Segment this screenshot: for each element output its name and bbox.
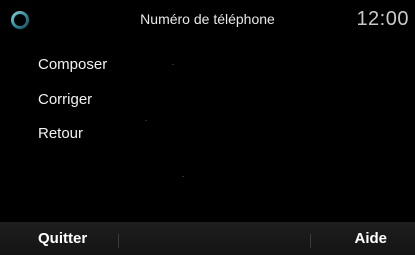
screen-speck	[145, 120, 147, 121]
footer-bar: Quitter Aide	[0, 222, 415, 255]
quit-button[interactable]: Quitter	[38, 222, 87, 255]
clock: 12:00	[356, 8, 409, 30]
help-button[interactable]: Aide	[354, 222, 387, 255]
header-bar: Numéro de téléphone 12:00	[0, 0, 415, 40]
screen-speck	[182, 176, 184, 177]
page-title: Numéro de téléphone	[140, 11, 275, 27]
footer-divider	[118, 234, 119, 248]
screen-speck	[172, 64, 174, 65]
menu-item-composer[interactable]: Composer	[38, 56, 107, 73]
phone-number-screen: Numéro de téléphone 12:00 Composer Corri…	[0, 0, 415, 255]
footer-divider	[310, 234, 311, 248]
menu-item-corriger[interactable]: Corriger	[38, 91, 92, 108]
menu-item-retour[interactable]: Retour	[38, 125, 83, 142]
